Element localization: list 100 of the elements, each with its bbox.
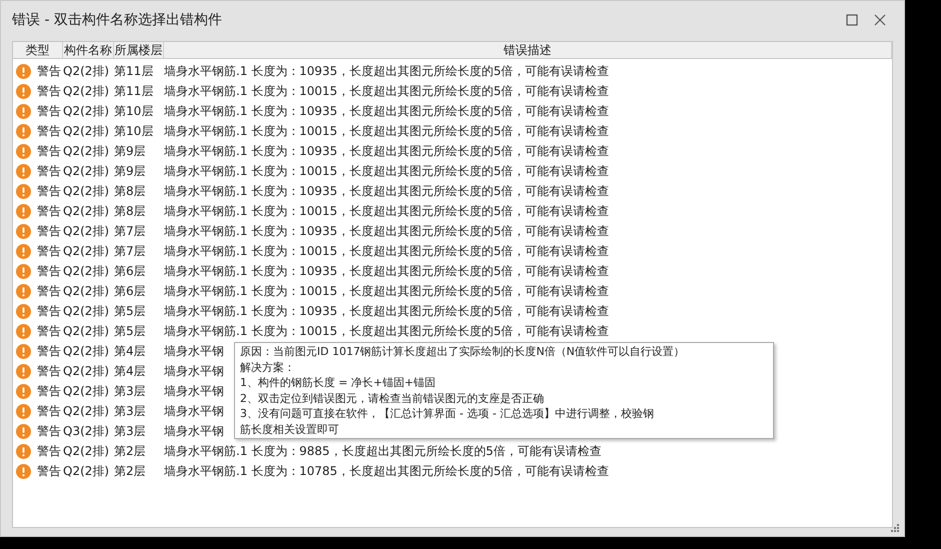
- table-cell: 第7层: [114, 242, 146, 260]
- table-cell: 警告: [37, 402, 61, 420]
- warning-icon: [16, 384, 31, 398]
- table-cell: 第9层: [114, 142, 146, 160]
- table-cell: 警告: [37, 102, 61, 120]
- table-cell[interactable]: Q2(2排): [63, 82, 110, 100]
- table-cell: 墙身水平钢筋.1 长度为：10935，长度超出其图元所绘长度的5倍，可能有误请检查: [164, 62, 610, 80]
- window-title: 错误 - 双击构件名称选择出错构件: [12, 11, 223, 29]
- table-cell: 警告: [37, 382, 61, 400]
- table-cell[interactable]: Q2(2排): [63, 442, 110, 460]
- table-cell[interactable]: Q2(2排): [63, 62, 110, 80]
- table-cell: 警告: [37, 442, 61, 460]
- warning-icon: [16, 284, 31, 298]
- table-cell: 第5层: [114, 302, 146, 320]
- table-cell[interactable]: Q2(2排): [63, 102, 110, 120]
- table-cell: 第10层: [114, 102, 154, 120]
- table-cell[interactable]: Q2(2排): [63, 462, 110, 480]
- warning-icon: [16, 64, 31, 78]
- resize-grip-icon[interactable]: [891, 524, 900, 533]
- column-header[interactable]: 类型: [13, 42, 63, 58]
- table-cell: 墙身水平钢筋.1 长度为：10935，长度超出其图元所绘长度的5倍，可能有误请检查: [164, 262, 610, 280]
- table-cell: 警告: [37, 422, 61, 440]
- tooltip-line: 3、没有问题可直接在软件，【汇总计算界面 - 选项 - 汇总选项】中进行调整，校验钢: [240, 406, 654, 422]
- table-cell: 墙身水平钢: [164, 362, 224, 380]
- table-cell: 第3层: [114, 422, 146, 440]
- table-cell: 警告: [37, 202, 61, 220]
- warning-icon: [16, 344, 31, 358]
- warning-icon: [16, 424, 31, 438]
- close-icon: [874, 14, 886, 26]
- table-cell: 警告: [37, 262, 61, 280]
- warning-icon: [16, 184, 31, 198]
- table-cell: 第3层: [114, 382, 146, 400]
- table-cell: 警告: [37, 242, 61, 260]
- warning-icon: [16, 324, 31, 338]
- table-cell: 墙身水平钢筋.1 长度为：10935，长度超出其图元所绘长度的5倍，可能有误请检查: [164, 302, 610, 320]
- table-cell: 第8层: [114, 182, 146, 200]
- table-cell[interactable]: Q2(2排): [63, 222, 110, 240]
- table-cell: 警告: [37, 142, 61, 160]
- column-header[interactable]: 所属楼层: [114, 42, 164, 58]
- table-cell: 警告: [37, 462, 61, 480]
- table-cell: 第3层: [114, 402, 146, 420]
- table-cell[interactable]: Q2(2排): [63, 302, 110, 320]
- table-cell: 墙身水平钢: [164, 382, 224, 400]
- warning-icon: [16, 264, 31, 278]
- table-cell: 第8层: [114, 202, 146, 220]
- table-cell: 警告: [37, 222, 61, 240]
- table-cell[interactable]: Q2(2排): [63, 262, 110, 280]
- table-cell[interactable]: Q2(2排): [63, 322, 110, 340]
- table-cell: 第2层: [114, 442, 146, 460]
- table-cell[interactable]: Q2(2排): [63, 202, 110, 220]
- table-cell: 警告: [37, 122, 61, 140]
- warning-icon: [16, 84, 31, 98]
- table-cell[interactable]: Q2(2排): [63, 162, 110, 180]
- table-cell: 第6层: [114, 262, 146, 280]
- warning-icon: [16, 164, 31, 178]
- column-header[interactable]: 构件名称: [63, 42, 114, 58]
- table-cell: 第10层: [114, 122, 154, 140]
- table-cell: 墙身水平钢: [164, 402, 224, 420]
- tooltip-line: 解决方案：: [240, 360, 295, 375]
- table-cell[interactable]: Q2(2排): [63, 182, 110, 200]
- table-cell: 警告: [37, 282, 61, 300]
- table-cell: 第11层: [114, 82, 154, 100]
- table-cell[interactable]: Q2(2排): [63, 402, 110, 420]
- table-cell[interactable]: Q2(2排): [63, 382, 110, 400]
- warning-icon: [16, 444, 31, 458]
- table-cell: 墙身水平钢筋.1 长度为：10015，长度超出其图元所绘长度的5倍，可能有误请检查: [164, 242, 610, 260]
- table-cell: 第6层: [114, 282, 146, 300]
- table-cell[interactable]: Q2(2排): [63, 122, 110, 140]
- table-cell[interactable]: Q2(2排): [63, 342, 110, 360]
- table-cell: 墙身水平钢: [164, 342, 224, 360]
- table-cell: 墙身水平钢筋.1 长度为：10935，长度超出其图元所绘长度的5倍，可能有误请检查: [164, 142, 610, 160]
- warning-icon: [16, 204, 31, 218]
- table-cell: 墙身水平钢筋.1 长度为：10935，长度超出其图元所绘长度的5倍，可能有误请检查: [164, 182, 610, 200]
- table-cell: 第4层: [114, 342, 146, 360]
- table-cell: 墙身水平钢筋.1 长度为：10785，长度超出其图元所绘长度的5倍，可能有误请检查: [164, 462, 610, 480]
- warning-icon: [16, 304, 31, 318]
- column-header[interactable]: 错误描述: [164, 42, 892, 58]
- table-cell: 墙身水平钢筋.1 长度为：10015，长度超出其图元所绘长度的5倍，可能有误请检查: [164, 82, 610, 100]
- table-cell[interactable]: Q2(2排): [63, 242, 110, 260]
- tooltip-line: 1、构件的钢筋长度 = 净长+锚固+锚固: [240, 375, 436, 390]
- table-cell: 第4层: [114, 362, 146, 380]
- table-cell: 警告: [37, 302, 61, 320]
- table-cell[interactable]: Q2(2排): [63, 142, 110, 160]
- table-cell[interactable]: Q3(2排): [63, 422, 110, 440]
- maximize-icon: [846, 14, 858, 26]
- table-cell: 第5层: [114, 322, 146, 340]
- table-cell: 墙身水平钢筋.1 长度为：9885，长度超出其图元所绘长度的5倍，可能有误请检查: [164, 442, 602, 460]
- table-cell[interactable]: Q2(2排): [63, 362, 110, 380]
- table-cell: 警告: [37, 322, 61, 340]
- table-cell: 警告: [37, 362, 61, 380]
- table-cell: 墙身水平钢筋.1 长度为：10935，长度超出其图元所绘长度的5倍，可能有误请检查: [164, 222, 610, 240]
- warning-icon: [16, 224, 31, 238]
- table-cell: 第9层: [114, 162, 146, 180]
- warning-icon: [16, 104, 31, 118]
- table-cell[interactable]: Q2(2排): [63, 282, 110, 300]
- table-cell: 墙身水平钢筋.1 长度为：10015，长度超出其图元所绘长度的5倍，可能有误请检查: [164, 202, 610, 220]
- table-cell: 墙身水平钢筋.1 长度为：10015，长度超出其图元所绘长度的5倍，可能有误请检查: [164, 322, 610, 340]
- warning-icon: [16, 124, 31, 138]
- table-cell: 墙身水平钢筋.1 长度为：10935，长度超出其图元所绘长度的5倍，可能有误请检查: [164, 102, 610, 120]
- table-cell: 墙身水平钢筋.1 长度为：10015，长度超出其图元所绘长度的5倍，可能有误请检查: [164, 122, 610, 140]
